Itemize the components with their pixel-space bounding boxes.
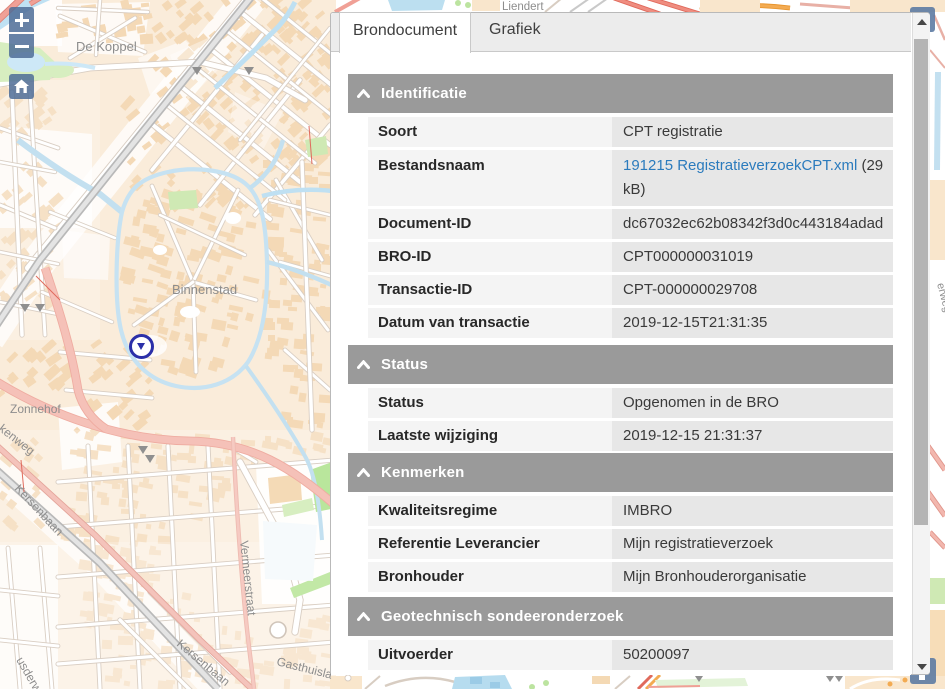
svg-text:Zonnehof: Zonnehof — [10, 402, 61, 416]
svg-text:Binnenstad: Binnenstad — [172, 282, 237, 297]
svg-text:De Koppel: De Koppel — [76, 39, 137, 54]
